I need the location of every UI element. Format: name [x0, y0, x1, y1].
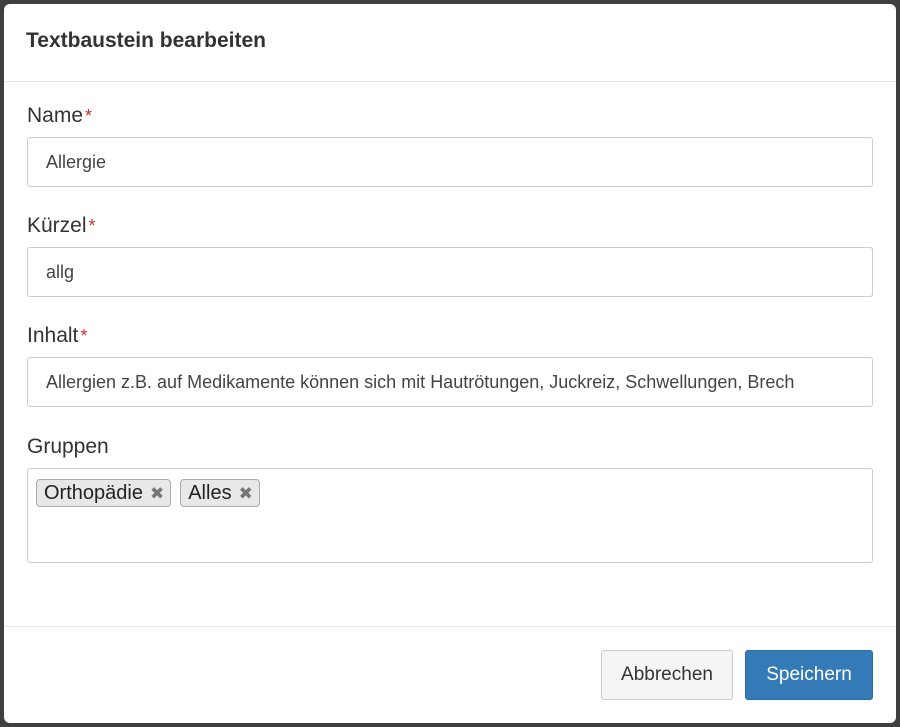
name-form-group: Name * — [27, 104, 873, 187]
dialog-footer: Abbrechen Speichern — [4, 626, 896, 723]
inhalt-input[interactable] — [27, 357, 873, 407]
save-button[interactable]: Speichern — [745, 650, 873, 700]
gruppen-tag-input[interactable]: Orthopädie ✖ Alles ✖ — [27, 468, 873, 563]
tag-remove-icon[interactable]: ✖ — [150, 485, 164, 502]
tag-alles: Alles ✖ — [180, 479, 260, 507]
kuerzel-input[interactable] — [27, 247, 873, 297]
gruppen-form-group: Gruppen Orthopädie ✖ Alles ✖ — [27, 435, 873, 563]
tag-label: Alles — [188, 481, 232, 504]
gruppen-label: Gruppen — [27, 435, 109, 458]
name-label-text: Name — [27, 104, 84, 127]
dialog-header: Textbaustein bearbeiten — [4, 4, 896, 82]
required-mark: * — [80, 326, 88, 346]
name-input[interactable] — [27, 137, 873, 187]
kuerzel-form-group: Kürzel * — [27, 214, 873, 297]
inhalt-form-group: Inhalt * — [27, 324, 873, 407]
inhalt-label: Inhalt * — [27, 324, 873, 348]
required-mark: * — [85, 106, 93, 126]
edit-text-block-dialog: Textbaustein bearbeiten Name* Kürzel* In… — [4, 4, 896, 723]
required-mark: * — [88, 216, 96, 236]
dialog-body: Name* Kürzel* Inhalt* Gruppen Orthopädie… — [4, 82, 896, 625]
kuerzel-label-text: Kürzel — [27, 214, 87, 237]
tag-orthopaedie: Orthopädie ✖ — [36, 479, 172, 507]
tag-remove-icon[interactable]: ✖ — [239, 485, 253, 502]
name-label: Name * — [27, 104, 873, 128]
tag-label: Orthopädie — [44, 481, 143, 504]
inhalt-label-text: Inhalt — [27, 324, 79, 347]
dialog-title: Textbaustein bearbeiten — [26, 28, 267, 52]
kuerzel-label: Kürzel * — [27, 214, 873, 238]
cancel-button[interactable]: Abbrechen — [601, 650, 733, 700]
